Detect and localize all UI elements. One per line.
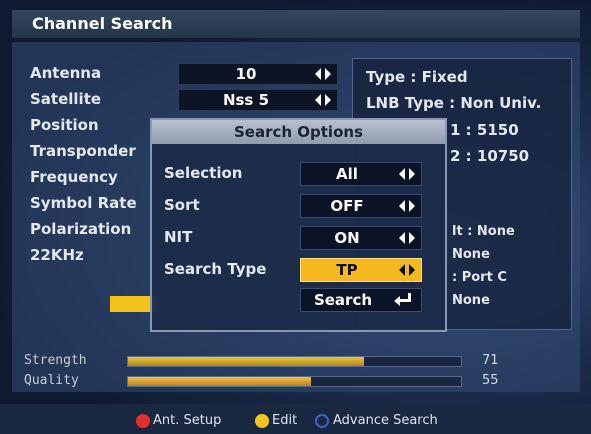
- strength-label: Strength: [24, 353, 87, 368]
- info-line-8: None: [452, 293, 490, 308]
- strength-value: 71: [482, 353, 499, 368]
- search-type-value: TP: [336, 261, 358, 279]
- selection-field[interactable]: All: [300, 162, 422, 186]
- dialog-title: Search Options: [152, 120, 445, 144]
- info-line-6: None: [452, 247, 490, 262]
- quality-meter: [127, 376, 462, 387]
- search-options-dialog: Search Options Selection All Sort OFF NI…: [150, 118, 447, 332]
- left-right-arrows-icon: [399, 168, 415, 180]
- page-title: Channel Search: [32, 14, 173, 33]
- quality-meter-fill: [128, 377, 312, 386]
- left-right-arrows-icon: [315, 68, 331, 80]
- nit-value: ON: [334, 229, 360, 247]
- sort-field[interactable]: OFF: [300, 194, 422, 218]
- frequency-label: Frequency: [30, 168, 118, 186]
- selection-value: All: [336, 165, 358, 183]
- red-hint-ant-setup[interactable]: Ant. Setup: [153, 413, 221, 428]
- selection-label: Selection: [164, 164, 243, 182]
- sort-value: OFF: [330, 197, 364, 215]
- info-line-5: lt : None: [452, 224, 515, 239]
- title-bar: Channel Search: [12, 10, 580, 38]
- search-type-label: Search Type: [164, 260, 267, 278]
- sort-label: Sort: [164, 196, 200, 214]
- satellite-field[interactable]: Nss 5: [178, 89, 338, 111]
- left-right-arrows-icon: [399, 200, 415, 212]
- lnb-freq-2-text: 2 : 10750: [450, 147, 530, 165]
- channel-search-screen: Channel Search Antenna Satellite Positio…: [0, 0, 591, 434]
- quality-label: Quality: [24, 373, 79, 388]
- search-button[interactable]: Search: [300, 288, 422, 312]
- left-right-arrows-icon: [399, 264, 415, 276]
- blue-hint-advance-search[interactable]: Advance Search: [333, 413, 438, 428]
- lnb-type-text: LNB Type : Non Univ.: [366, 94, 542, 112]
- satellite-label: Satellite: [30, 90, 102, 108]
- 22khz-label: 22KHz: [30, 246, 84, 264]
- nit-field[interactable]: ON: [300, 226, 422, 250]
- satellite-value: Nss 5: [222, 91, 270, 109]
- position-label: Position: [30, 116, 99, 134]
- footer-hint-bar: Ant. Setup Edit Advance Search: [0, 404, 591, 434]
- left-right-arrows-icon: [399, 232, 415, 244]
- enter-icon: [394, 293, 411, 306]
- antenna-value: 10: [235, 65, 257, 83]
- red-button-icon: [136, 414, 150, 428]
- polarization-label: Polarization: [30, 220, 132, 238]
- search-button-label: Search: [313, 291, 373, 309]
- info-line-7: : Port C: [452, 270, 507, 285]
- strength-meter: [127, 356, 462, 367]
- strength-meter-fill: [128, 357, 365, 366]
- antenna-field[interactable]: 10: [178, 63, 338, 85]
- antenna-type-text: Type : Fixed: [366, 68, 468, 86]
- left-right-arrows-icon: [315, 94, 331, 106]
- lnb-freq-1-text: 1 : 5150: [450, 121, 519, 139]
- quality-value: 55: [482, 373, 499, 388]
- yellow-button-icon: [255, 414, 269, 428]
- search-type-field[interactable]: TP: [300, 258, 422, 282]
- yellow-hint-edit[interactable]: Edit: [272, 413, 297, 428]
- transponder-label: Transponder: [30, 142, 136, 160]
- blue-button-icon: [315, 414, 329, 428]
- nit-label: NIT: [164, 228, 193, 246]
- symbol-rate-label: Symbol Rate: [30, 194, 137, 212]
- antenna-label: Antenna: [30, 64, 102, 82]
